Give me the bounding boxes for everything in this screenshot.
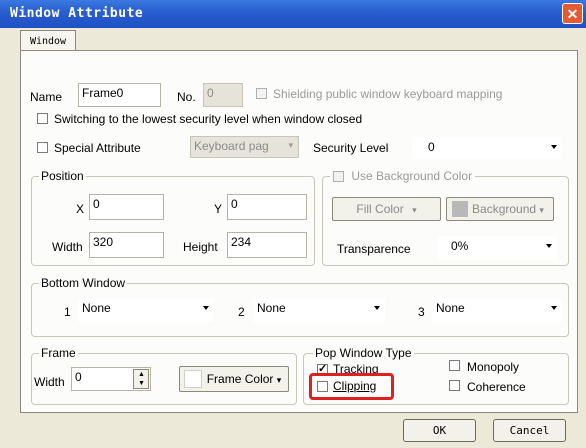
monopoly-label: Monopoly bbox=[467, 360, 520, 374]
bottom-window-1-select[interactable]: None bbox=[78, 298, 214, 322]
x-label: X bbox=[76, 202, 85, 216]
coherence-checkbox[interactable] bbox=[449, 380, 460, 391]
chevron-down-icon bbox=[374, 306, 380, 310]
frame-width-value: 0 bbox=[75, 370, 82, 384]
fill-color-label: Fill Color bbox=[356, 202, 404, 216]
bottom-window-3-select[interactable]: None bbox=[432, 298, 562, 322]
y-input[interactable]: 0 bbox=[227, 194, 307, 220]
name-label: Name bbox=[30, 90, 63, 104]
tab-window[interactable]: Window bbox=[20, 30, 76, 52]
chevron-down-icon bbox=[551, 145, 557, 149]
security-level-value: 0 bbox=[428, 140, 435, 154]
frame-color-swatch bbox=[184, 370, 202, 388]
bottom-window-2-select[interactable]: None bbox=[253, 298, 385, 322]
width-label: Width bbox=[52, 240, 83, 254]
use-background-checkbox[interactable] bbox=[333, 171, 344, 183]
window-attribute-dialog: Window Attribute ✕ Window Name Frame0 No… bbox=[0, 0, 586, 448]
no-field: 0 bbox=[203, 83, 243, 107]
tab-panel: Name Frame0 No. 0 Shielding public windo… bbox=[20, 50, 578, 413]
transparence-select[interactable]: 0% bbox=[437, 236, 557, 260]
close-button[interactable]: ✕ bbox=[562, 3, 583, 24]
coherence-label: Coherence bbox=[467, 380, 526, 394]
clipping-highlight bbox=[309, 373, 394, 400]
shielding-label: Shielding public window keyboard mapping bbox=[273, 87, 503, 101]
frame-width-spinner[interactable]: ▲ ▼ bbox=[133, 369, 149, 389]
bottom-window-3-label: 3 bbox=[418, 305, 425, 319]
background-color-button[interactable]: Background ▾ bbox=[446, 197, 554, 221]
background-label: Background bbox=[472, 202, 537, 216]
use-background-legend: Use Background Color bbox=[330, 169, 476, 183]
height-label: Height bbox=[183, 240, 218, 254]
shielding-checkbox bbox=[256, 88, 267, 99]
frame-width-label: Width bbox=[34, 375, 65, 389]
chevron-down-icon bbox=[203, 306, 209, 310]
security-level-label: Security Level bbox=[313, 141, 389, 155]
monopoly-checkbox[interactable] bbox=[449, 360, 460, 371]
fill-color-button[interactable]: Fill Color ▾ bbox=[332, 197, 441, 221]
spin-down-icon[interactable]: ▼ bbox=[138, 380, 145, 387]
switching-checkbox[interactable] bbox=[37, 113, 48, 124]
special-attribute-checkbox[interactable] bbox=[37, 142, 48, 153]
switching-label: Switching to the lowest security level w… bbox=[54, 112, 363, 126]
chevron-down-icon: ▾ bbox=[412, 205, 417, 215]
frame-color-label: Frame Color bbox=[206, 372, 274, 386]
title-bar[interactable]: Window Attribute ✕ bbox=[0, 0, 586, 28]
pop-window-type-legend: Pop Window Type bbox=[313, 346, 414, 360]
frame-legend: Frame bbox=[39, 346, 78, 360]
chevron-down-icon: ▾ bbox=[288, 140, 293, 150]
chevron-down-icon bbox=[546, 244, 552, 248]
window-title: Window Attribute bbox=[10, 6, 144, 21]
use-background-label: Use Background Color bbox=[351, 169, 473, 183]
transparence-label: Transparence bbox=[337, 242, 411, 256]
height-input[interactable]: 234 bbox=[227, 232, 307, 258]
keyboard-page-select: Keyboard pag ▾ bbox=[190, 136, 299, 158]
chevron-down-icon: ▾ bbox=[539, 205, 544, 215]
bottom-window-2-label: 2 bbox=[238, 305, 245, 319]
y-label: Y bbox=[214, 202, 223, 216]
bottom-window-3-value: None bbox=[436, 301, 465, 315]
width-input[interactable]: 320 bbox=[89, 232, 164, 258]
bottom-window-1-label: 1 bbox=[64, 305, 71, 319]
keyboard-page-value: Keyboard pag bbox=[194, 139, 269, 153]
bottom-window-1-value: None bbox=[82, 301, 111, 315]
security-level-select[interactable]: 0 bbox=[412, 137, 562, 159]
transparence-value: 0% bbox=[451, 239, 469, 253]
chevron-down-icon: ▾ bbox=[276, 375, 282, 385]
x-input[interactable]: 0 bbox=[89, 194, 164, 220]
position-legend: Position bbox=[39, 169, 86, 183]
chevron-down-icon bbox=[551, 306, 557, 310]
spin-up-icon[interactable]: ▲ bbox=[138, 371, 145, 378]
close-icon: ✕ bbox=[566, 6, 579, 22]
no-label: No. bbox=[177, 90, 196, 104]
bottom-window-legend: Bottom Window bbox=[39, 276, 128, 290]
special-attribute-label: Special Attribute bbox=[54, 141, 141, 155]
name-input[interactable]: Frame0 bbox=[78, 83, 161, 107]
ok-button[interactable]: OK bbox=[403, 419, 476, 442]
frame-color-button[interactable]: Frame Color ▾ bbox=[179, 366, 289, 392]
bottom-window-2-value: None bbox=[257, 301, 286, 315]
background-swatch bbox=[452, 201, 468, 217]
cancel-button[interactable]: Cancel bbox=[493, 419, 566, 442]
